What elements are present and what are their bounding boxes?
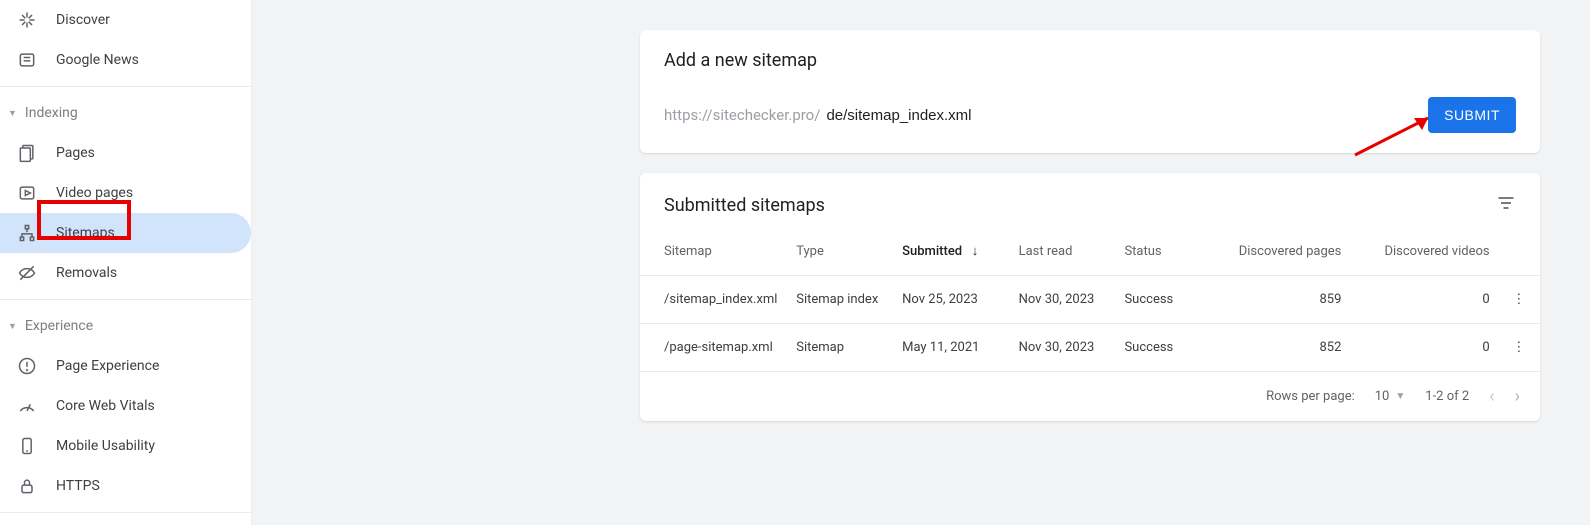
sitemap-url-input[interactable] (826, 105, 1422, 131)
cell-pages: 852 (1201, 324, 1349, 372)
col-discovered-videos[interactable]: Discovered videos (1349, 227, 1497, 276)
sidebar-item-label: Sitemaps (56, 225, 251, 241)
chevron-down-icon: ▼ (8, 321, 17, 332)
cell-pages: 859 (1201, 276, 1349, 324)
col-discovered-pages[interactable]: Discovered pages (1201, 227, 1349, 276)
col-type[interactable]: Type (788, 227, 894, 276)
sort-arrow-down-icon: ↓ (965, 244, 978, 259)
page-experience-icon (16, 356, 38, 376)
cell-submitted: May 11, 2021 (894, 324, 1010, 372)
col-sitemap[interactable]: Sitemap (640, 227, 788, 276)
sidebar-item-pages[interactable]: Pages (0, 133, 251, 173)
removals-icon (16, 263, 38, 283)
cell-status: Success (1116, 276, 1201, 324)
sidebar-item-core-web-vitals[interactable]: Core Web Vitals (0, 386, 251, 426)
sidebar-item-sitemaps[interactable]: Sitemaps (0, 213, 251, 253)
divider (0, 299, 251, 300)
submitted-sitemaps-card: Submitted sitemaps Sitemap Type Submitte… (640, 173, 1540, 421)
filter-icon[interactable] (1496, 193, 1516, 217)
sidebar-item-label: Pages (56, 145, 251, 161)
sidebar-item-label: Mobile Usability (56, 438, 251, 454)
sitemaps-table: Sitemap Type Submitted ↓ Last read Statu… (640, 227, 1540, 372)
sidebar-item-label: Google News (56, 52, 251, 68)
sidebar-item-mobile-usability[interactable]: Mobile Usability (0, 426, 251, 466)
cell-last-read: Nov 30, 2023 (1011, 324, 1117, 372)
rows-per-page-value: 10 (1375, 389, 1390, 404)
sidebar-item-label: HTTPS (56, 478, 251, 494)
sidebar-group-indexing[interactable]: ▼ Indexing (0, 93, 251, 133)
cell-sitemap: /page-sitemap.xml (640, 324, 788, 372)
video-icon (16, 183, 38, 203)
chevron-down-icon: ▼ (1395, 391, 1405, 402)
table-row[interactable]: /page-sitemap.xml Sitemap May 11, 2021 N… (640, 324, 1540, 372)
table-footer: Rows per page: 10 ▼ 1-2 of 2 ‹ › (640, 372, 1540, 421)
cell-last-read: Nov 30, 2023 (1011, 276, 1117, 324)
sidebar-group-label: Experience (25, 318, 93, 334)
cell-submitted: Nov 25, 2023 (894, 276, 1010, 324)
cell-videos: 0 (1349, 324, 1497, 372)
news-icon (16, 50, 38, 70)
page-range: 1-2 of 2 (1425, 389, 1469, 404)
next-page-button[interactable]: › (1515, 386, 1520, 407)
url-prefix: https://sitechecker.pro/ (664, 106, 820, 124)
submit-button[interactable]: Submit (1428, 97, 1516, 133)
sidebar-group-label: Indexing (25, 105, 78, 121)
sidebar-item-removals[interactable]: Removals (0, 253, 251, 293)
sidebar-item-label: Core Web Vitals (56, 398, 251, 414)
sidebar-item-label: Removals (56, 265, 251, 281)
sitemap-icon (16, 223, 38, 243)
rows-per-page-label: Rows per page: (1266, 389, 1355, 404)
divider (0, 512, 251, 513)
sidebar: Discover Google News ▼ Indexing Pages Vi… (0, 0, 252, 525)
add-sitemap-card: Add a new sitemap https://sitechecker.pr… (640, 30, 1540, 153)
row-menu-button[interactable]: ⋮ (1498, 276, 1540, 324)
col-status[interactable]: Status (1116, 227, 1201, 276)
add-sitemap-title: Add a new sitemap (664, 50, 1516, 71)
row-menu-button[interactable]: ⋮ (1498, 324, 1540, 372)
submitted-sitemaps-title: Submitted sitemaps (664, 195, 825, 216)
prev-page-button[interactable]: ‹ (1489, 386, 1494, 407)
main-content: Add a new sitemap https://sitechecker.pr… (640, 30, 1540, 441)
sidebar-item-label: Video pages (56, 185, 251, 201)
table-row[interactable]: /sitemap_index.xml Sitemap index Nov 25,… (640, 276, 1540, 324)
chevron-down-icon: ▼ (8, 108, 17, 119)
col-submitted-label: Submitted (902, 244, 962, 259)
rows-per-page-select[interactable]: 10 ▼ (1375, 389, 1406, 404)
cwv-icon (16, 396, 38, 416)
cell-sitemap: /sitemap_index.xml (640, 276, 788, 324)
col-last-read[interactable]: Last read (1011, 227, 1117, 276)
sidebar-item-google-news[interactable]: Google News (0, 40, 251, 80)
col-submitted[interactable]: Submitted ↓ (894, 227, 1010, 276)
cell-type: Sitemap (788, 324, 894, 372)
pages-icon (16, 143, 38, 163)
cell-status: Success (1116, 324, 1201, 372)
sidebar-item-label: Discover (56, 12, 251, 28)
mobile-icon (16, 436, 38, 456)
table-header-row: Sitemap Type Submitted ↓ Last read Statu… (640, 227, 1540, 276)
sidebar-item-video-pages[interactable]: Video pages (0, 173, 251, 213)
sidebar-item-label: Page Experience (56, 358, 251, 374)
sidebar-group-experience[interactable]: ▼ Experience (0, 306, 251, 346)
cell-type: Sitemap index (788, 276, 894, 324)
divider (0, 86, 251, 87)
sidebar-item-https[interactable]: HTTPS (0, 466, 251, 506)
sidebar-item-page-experience[interactable]: Page Experience (0, 346, 251, 386)
discover-icon (16, 10, 38, 30)
https-icon (16, 476, 38, 496)
sidebar-item-discover[interactable]: Discover (0, 0, 251, 40)
cell-videos: 0 (1349, 276, 1497, 324)
